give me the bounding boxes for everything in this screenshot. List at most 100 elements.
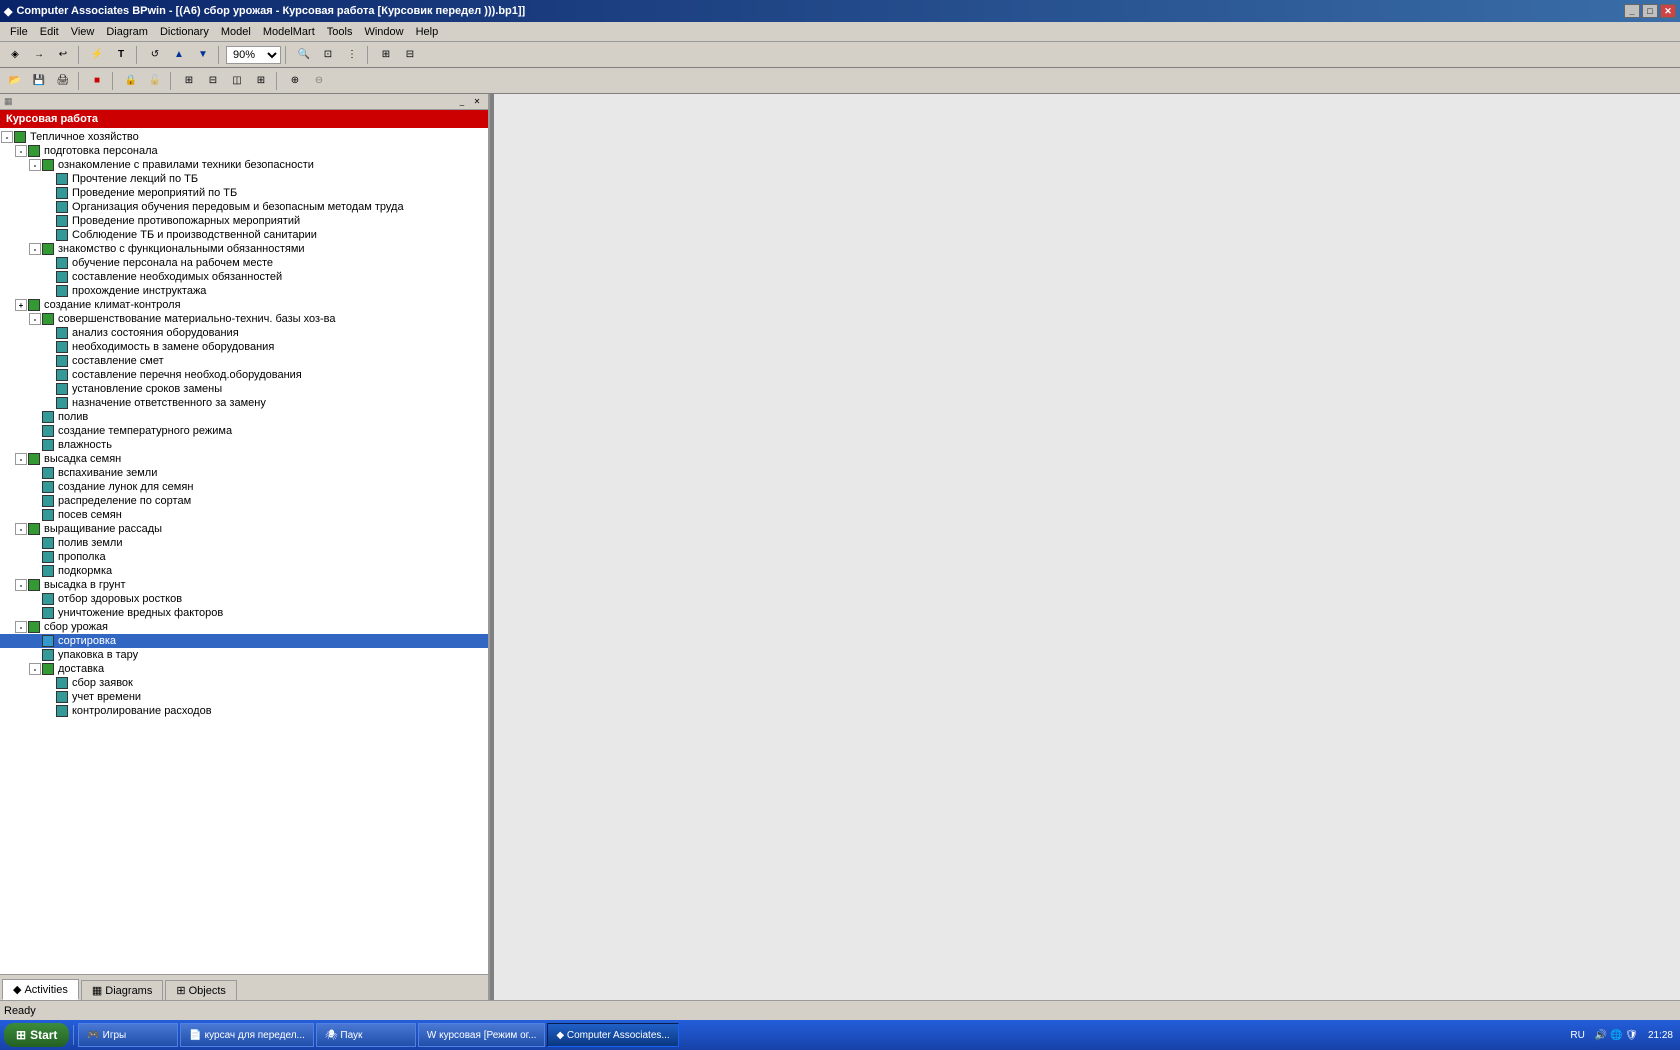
tree-item-t1[interactable]: -Тепличное хозяйство xyxy=(0,130,488,144)
arrow-back[interactable]: ↩ xyxy=(52,45,74,65)
expand-t14[interactable]: - xyxy=(29,313,41,325)
arrange-btn1[interactable]: ⊞ xyxy=(178,71,200,91)
tree-item-t32[interactable]: подкормка xyxy=(0,564,488,578)
expand-t39[interactable]: - xyxy=(29,663,41,675)
tab-diagrams[interactable]: ▦ Diagrams xyxy=(81,980,163,1000)
expand-t3[interactable]: - xyxy=(29,159,41,171)
tree-item-t30[interactable]: полив земли xyxy=(0,536,488,550)
tree-item-t23[interactable]: влажность xyxy=(0,438,488,452)
panel-close-btn[interactable]: ✕ xyxy=(470,96,484,108)
expand-t1[interactable]: - xyxy=(1,131,13,143)
arrow-right[interactable]: → xyxy=(28,45,50,65)
tree-item-t18[interactable]: составление перечня необход.оборудования xyxy=(0,368,488,382)
arrange-btn4[interactable]: ⊞ xyxy=(250,71,272,91)
maximize-button[interactable]: □ xyxy=(1642,4,1658,18)
print-btn[interactable]: 🖨 xyxy=(52,71,74,91)
tree-item-t27[interactable]: распределение по сортам xyxy=(0,494,488,508)
tab-objects[interactable]: ⊞ Objects xyxy=(165,980,237,1000)
tree-item-t16[interactable]: необходимость в замене оборудования xyxy=(0,340,488,354)
tree-item-t35[interactable]: уничтожение вредных факторов xyxy=(0,606,488,620)
color-btn[interactable]: ■ xyxy=(86,71,108,91)
tree-item-t20[interactable]: назначение ответственного за замену xyxy=(0,396,488,410)
lightning-btn[interactable]: ⚡ xyxy=(86,45,108,65)
tree-item-t12[interactable]: прохождение инструктажа xyxy=(0,284,488,298)
tab-activities[interactable]: ◆ Activities xyxy=(2,979,79,1000)
zoom-in-btn[interactable]: 🔍 xyxy=(293,45,315,65)
tree-item-t34[interactable]: отбор здоровых ростков xyxy=(0,592,488,606)
tree-item-t28[interactable]: посев семян xyxy=(0,508,488,522)
menu-modelmart[interactable]: ModelMart xyxy=(257,24,321,40)
tree-item-t8[interactable]: Соблюдение ТБ и производственной санитар… xyxy=(0,228,488,242)
save-btn[interactable]: 💾 xyxy=(28,71,50,91)
taskbar-item-3[interactable]: W курсовая [Режим ог... xyxy=(418,1023,546,1047)
menu-window[interactable]: Window xyxy=(358,24,409,40)
start-button[interactable]: ⊞ Start xyxy=(4,1023,69,1047)
tree-item-t19[interactable]: установление сроков замены xyxy=(0,382,488,396)
open-btn[interactable]: 📂 xyxy=(4,71,26,91)
tree-item-t29[interactable]: -выращивание рассады xyxy=(0,522,488,536)
tree-item-t21[interactable]: полив xyxy=(0,410,488,424)
expand-t36[interactable]: - xyxy=(15,621,27,633)
text-btn[interactable]: T xyxy=(110,45,132,65)
lock-btn[interactable]: 🔒 xyxy=(120,71,142,91)
tree-item-t36[interactable]: -сбор урожая xyxy=(0,620,488,634)
tree-item-t38[interactable]: упаковка в тару xyxy=(0,648,488,662)
undo-btn[interactable]: ↺ xyxy=(144,45,166,65)
move-btn2[interactable]: ⊖ xyxy=(308,71,330,91)
expand-t24[interactable]: - xyxy=(15,453,27,465)
menu-view[interactable]: View xyxy=(65,24,101,40)
tree-item-t26[interactable]: создание лунок для семян xyxy=(0,480,488,494)
tree-item-t5[interactable]: Проведение мероприятий по ТБ xyxy=(0,186,488,200)
expand-t29[interactable]: - xyxy=(15,523,27,535)
tree-item-t3[interactable]: -ознакомление с правилами техники безопа… xyxy=(0,158,488,172)
minimize-button[interactable]: _ xyxy=(1624,4,1640,18)
tree-item-t37[interactable]: сортировка xyxy=(0,634,488,648)
expand-t2[interactable]: - xyxy=(15,145,27,157)
expand-t13[interactable]: + xyxy=(15,299,27,311)
menu-dictionary[interactable]: Dictionary xyxy=(154,24,215,40)
view-btn1[interactable]: ⊞ xyxy=(375,45,397,65)
panel-min-btn[interactable]: _ xyxy=(455,96,469,108)
tree-item-t25[interactable]: вспахивание земли xyxy=(0,466,488,480)
tree-item-t6[interactable]: Организация обучения передовым и безопас… xyxy=(0,200,488,214)
tree-item-t17[interactable]: составление смет xyxy=(0,354,488,368)
zoom-area-btn[interactable]: ⊡ xyxy=(317,45,339,65)
tree-item-t13[interactable]: +создание климат-контроля xyxy=(0,298,488,312)
tree-container[interactable]: -Тепличное хозяйство-подготовка персонал… xyxy=(0,128,488,974)
tree-item-t40[interactable]: сбор заявок xyxy=(0,676,488,690)
taskbar-item-0[interactable]: 🎮 Игры xyxy=(78,1023,178,1047)
arrange-btn3[interactable]: ◫ xyxy=(226,71,248,91)
taskbar-item-2[interactable]: 🕷 Паук xyxy=(316,1023,416,1047)
move-btn1[interactable]: ⊕ xyxy=(284,71,306,91)
close-button[interactable]: ✕ xyxy=(1660,4,1676,18)
expand-t9[interactable]: - xyxy=(29,243,41,255)
tree-item-t42[interactable]: контролирование расходов xyxy=(0,704,488,718)
zoom-select[interactable]: 50% 75% 90% 100% 125% 150% xyxy=(226,46,281,64)
tree-item-t10[interactable]: обучение персонала на рабочем месте xyxy=(0,256,488,270)
tree-item-t31[interactable]: прополка xyxy=(0,550,488,564)
new-button[interactable]: ◈ xyxy=(4,45,26,65)
tree-item-t4[interactable]: Прочтение лекций по ТБ xyxy=(0,172,488,186)
tree-item-t39[interactable]: -доставка xyxy=(0,662,488,676)
taskbar-item-4[interactable]: ◆ Computer Associates... xyxy=(547,1023,678,1047)
tree-item-t15[interactable]: анализ состояния оборудования xyxy=(0,326,488,340)
tree-item-t11[interactable]: составление необходимых обязанностей xyxy=(0,270,488,284)
redo-btn[interactable]: ▲ xyxy=(168,45,190,65)
tree-item-t7[interactable]: Проведение противопожарных мероприятий xyxy=(0,214,488,228)
tree-item-t41[interactable]: учет времени xyxy=(0,690,488,704)
view-btn2[interactable]: ⊟ xyxy=(399,45,421,65)
menu-tools[interactable]: Tools xyxy=(321,24,359,40)
menu-help[interactable]: Help xyxy=(410,24,445,40)
menu-diagram[interactable]: Diagram xyxy=(100,24,154,40)
fill-btn[interactable]: ▼ xyxy=(192,45,214,65)
tree-item-t24[interactable]: -высадка семян xyxy=(0,452,488,466)
menu-edit[interactable]: Edit xyxy=(34,24,65,40)
tree-item-t9[interactable]: -знакомство с функциональными обязанност… xyxy=(0,242,488,256)
expand-t33[interactable]: - xyxy=(15,579,27,591)
tree-item-t22[interactable]: создание температурного режима xyxy=(0,424,488,438)
arrange-btn2[interactable]: ⊟ xyxy=(202,71,224,91)
tree-item-t14[interactable]: -совершенствование материально-технич. б… xyxy=(0,312,488,326)
taskbar-item-1[interactable]: 📄 курсач для передел... xyxy=(180,1023,313,1047)
unlock-btn[interactable]: 🔓 xyxy=(144,71,166,91)
menu-file[interactable]: File xyxy=(4,24,34,40)
